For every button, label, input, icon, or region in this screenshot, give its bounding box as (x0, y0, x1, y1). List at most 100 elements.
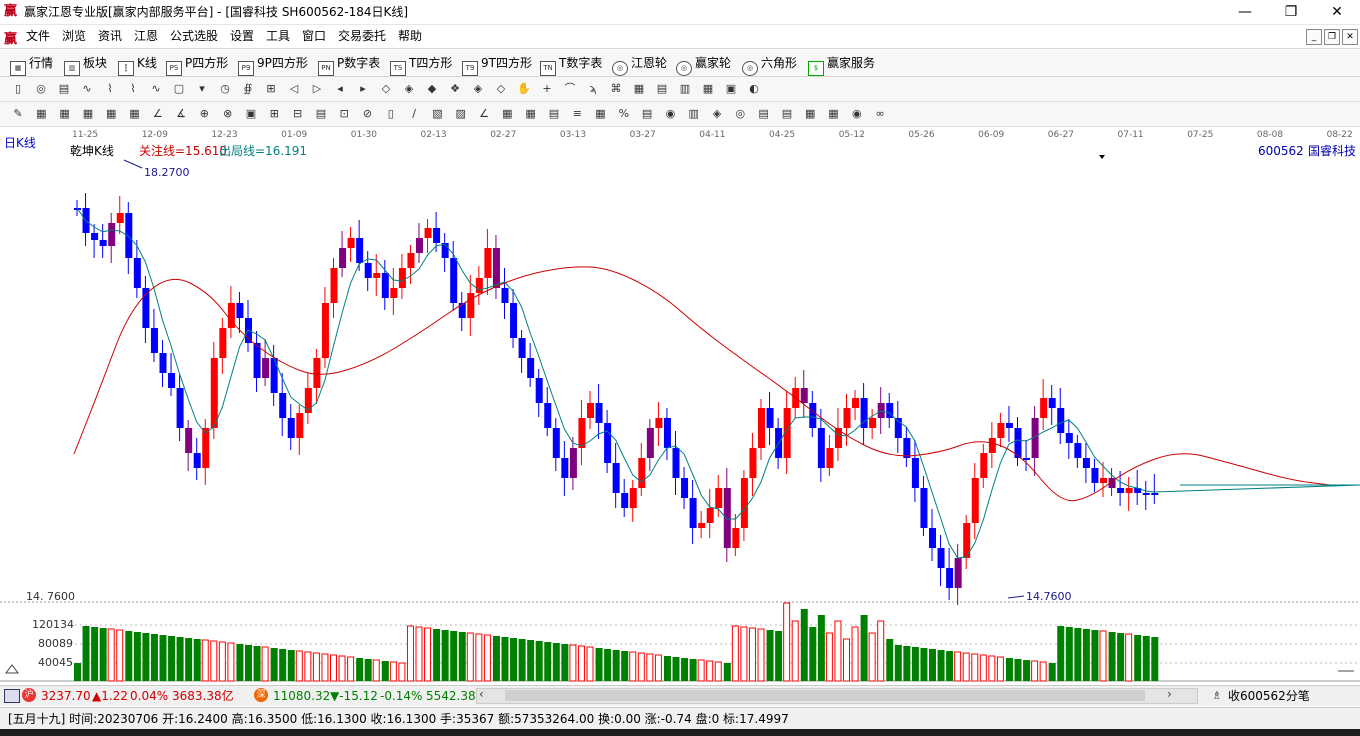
toolbar-draw-icon[interactable]: ⊗ (220, 106, 236, 122)
toolbar-tool-icon[interactable]: ▦ (631, 81, 647, 97)
scrollbar-thumb[interactable] (505, 690, 1145, 701)
menu-settings[interactable]: 设置 (230, 28, 254, 45)
grid-icon[interactable] (4, 689, 20, 703)
toolbar-draw-icon[interactable]: ▦ (499, 106, 515, 122)
close-button[interactable]: ✕ (1314, 0, 1360, 24)
menu-window[interactable]: 窗口 (302, 28, 326, 45)
toolbar-tool-icon[interactable]: ◎ (33, 81, 49, 97)
toolbar-tool-icon[interactable]: ◈ (401, 81, 417, 97)
toolbar-draw-icon[interactable]: ⊡ (336, 106, 352, 122)
menu-browse[interactable]: 浏览 (62, 28, 86, 45)
toolbar-draw-icon[interactable]: ◎ (732, 106, 748, 122)
toolbar-draw-icon[interactable]: ◉ (849, 106, 865, 122)
toolbar-tool-icon[interactable]: ▣ (723, 81, 739, 97)
toolbar-draw-icon[interactable]: ▤ (313, 106, 329, 122)
toolbar-tool-icon[interactable]: ▥ (677, 81, 693, 97)
toolbar-tool-icon[interactable]: ∿ (79, 81, 95, 97)
horizontal-scrollbar[interactable]: ‹ › (476, 687, 1198, 704)
tick-detail-label[interactable]: 收600562分笔 (1228, 687, 1310, 705)
nav-p-table[interactable]: PN P数字表 (318, 54, 380, 76)
toolbar-draw-icon[interactable]: ▤ (639, 106, 655, 122)
toolbar-draw-icon[interactable]: ∠ (476, 106, 492, 122)
nav-gann-wheel[interactable]: ◎ 江恩轮 (612, 54, 667, 76)
chevron-right-icon[interactable]: › (1167, 687, 1172, 701)
menu-tools[interactable]: 工具 (266, 28, 290, 45)
toolbar-tool-icon[interactable]: ◁ (286, 81, 302, 97)
toolbar-draw-icon[interactable]: ▦ (127, 106, 143, 122)
toolbar-tool-icon[interactable]: ◆ (424, 81, 440, 97)
toolbar-tool-icon[interactable]: ▢ (171, 81, 187, 97)
nav-kline[interactable]: ┇ K线 (118, 54, 157, 76)
toolbar-tool-icon[interactable]: + (539, 81, 555, 97)
toolbar-tool-icon[interactable]: ⌒ (562, 81, 578, 97)
toolbar-tool-icon[interactable]: ▷ (309, 81, 325, 97)
toolbar-draw-icon[interactable]: ▦ (593, 106, 609, 122)
toolbar-tool-icon[interactable]: ❖ (447, 81, 463, 97)
kline-chart-area[interactable]: 日K线 乾坤K线 关注线=15.610 出局线=16.191 600562 国睿… (0, 128, 1360, 684)
toolbar-draw-icon[interactable]: ∞ (872, 106, 888, 122)
nav-quotes[interactable]: ▦ 行情 (10, 54, 53, 76)
toolbar-tool-icon[interactable]: ◈ (470, 81, 486, 97)
toolbar-draw-icon[interactable]: ⊘ (360, 106, 376, 122)
minimize-button[interactable]: — (1222, 0, 1268, 24)
chevron-left-icon[interactable]: ‹ (479, 687, 484, 701)
toolbar-draw-icon[interactable]: ▤ (779, 106, 795, 122)
menu-gann[interactable]: 江恩 (134, 28, 158, 45)
toolbar-tool-icon[interactable]: ✋ (516, 81, 532, 97)
mdi-restore-button[interactable]: ❐ (1324, 29, 1340, 45)
toolbar-draw-icon[interactable]: ▧ (429, 106, 445, 122)
toolbar-draw-icon[interactable]: ▦ (57, 106, 73, 122)
mdi-close-button[interactable]: ✕ (1342, 29, 1358, 45)
period-label[interactable]: 日K线 (4, 136, 36, 150)
toolbar-tool-icon[interactable]: ⌇ (102, 81, 118, 97)
toolbar-tool-icon[interactable]: ▦ (700, 81, 716, 97)
toolbar-tool-icon[interactable]: ◷ (217, 81, 233, 97)
nav-winner-service[interactable]: $ 赢家服务 (808, 54, 875, 76)
toolbar-draw-icon[interactable]: ▦ (802, 106, 818, 122)
menu-info[interactable]: 资讯 (98, 28, 122, 45)
toolbar-draw-icon[interactable]: ◉ (662, 106, 678, 122)
toolbar-draw-icon[interactable]: ▦ (523, 106, 539, 122)
restore-button[interactable]: ❐ (1268, 0, 1314, 24)
nav-t-square[interactable]: TS T四方形 (390, 54, 452, 76)
toolbar-tool-icon[interactable]: ⊞ (263, 81, 279, 97)
menu-formula[interactable]: 公式选股 (170, 28, 218, 45)
menu-help[interactable]: 帮助 (398, 28, 422, 45)
toolbar-tool-icon[interactable]: ◇ (493, 81, 509, 97)
toolbar-tool-icon[interactable]: ◐ (746, 81, 762, 97)
nav-9t-square[interactable]: T9 9T四方形 (462, 54, 532, 76)
toolbar-tool-icon[interactable]: ◇ (378, 81, 394, 97)
toolbar-draw-icon[interactable]: ⊞ (266, 106, 282, 122)
toolbar-tool-icon[interactable]: ∯ (240, 81, 256, 97)
nav-9p-square[interactable]: P9 9P四方形 (238, 54, 308, 76)
toolbar-draw-icon[interactable]: ∠ (150, 106, 166, 122)
toolbar-draw-icon[interactable]: ▦ (80, 106, 96, 122)
toolbar-draw-icon[interactable]: ∕ (406, 106, 422, 122)
toolbar-tool-icon[interactable]: ▸ (355, 81, 371, 97)
toolbar-tool-icon[interactable]: ∿ (148, 81, 164, 97)
toolbar-draw-icon[interactable]: ▦ (826, 106, 842, 122)
nav-hexagon[interactable]: ◎ 六角形 (742, 54, 797, 76)
toolbar-draw-icon[interactable]: ▥ (686, 106, 702, 122)
toolbar-draw-icon[interactable]: ∡ (173, 106, 189, 122)
toolbar-draw-icon[interactable]: ▦ (33, 106, 49, 122)
toolbar-draw-icon[interactable]: ▦ (103, 106, 119, 122)
toolbar-draw-icon[interactable]: ▨ (453, 106, 469, 122)
toolbar-tool-icon[interactable]: ⌘ (608, 81, 624, 97)
toolbar-draw-icon[interactable]: ⊟ (290, 106, 306, 122)
toolbar-draw-icon[interactable]: ▣ (243, 106, 259, 122)
toolbar-tool-icon[interactable]: ◂ (332, 81, 348, 97)
toolbar-draw-icon[interactable]: ⊕ (196, 106, 212, 122)
nav-p-square[interactable]: PS P四方形 (166, 54, 228, 76)
menu-file[interactable]: 文件 (26, 28, 50, 45)
toolbar-tool-icon[interactable]: ⌇ (125, 81, 141, 97)
toolbar-draw-icon[interactable]: % (616, 106, 632, 122)
nav-sectors[interactable]: ▥ 板块 (64, 54, 107, 76)
menu-trade[interactable]: 交易委托 (338, 28, 386, 45)
nav-winner-wheel[interactable]: ◎ 赢家轮 (676, 54, 731, 76)
toolbar-tool-icon[interactable]: ▤ (654, 81, 670, 97)
toolbar-draw-icon[interactable]: ≡ (569, 106, 585, 122)
toolbar-draw-icon[interactable]: ✎ (10, 106, 26, 122)
toolbar-draw-icon[interactable]: ◈ (709, 106, 725, 122)
toolbar-draw-icon[interactable]: ▤ (756, 106, 772, 122)
